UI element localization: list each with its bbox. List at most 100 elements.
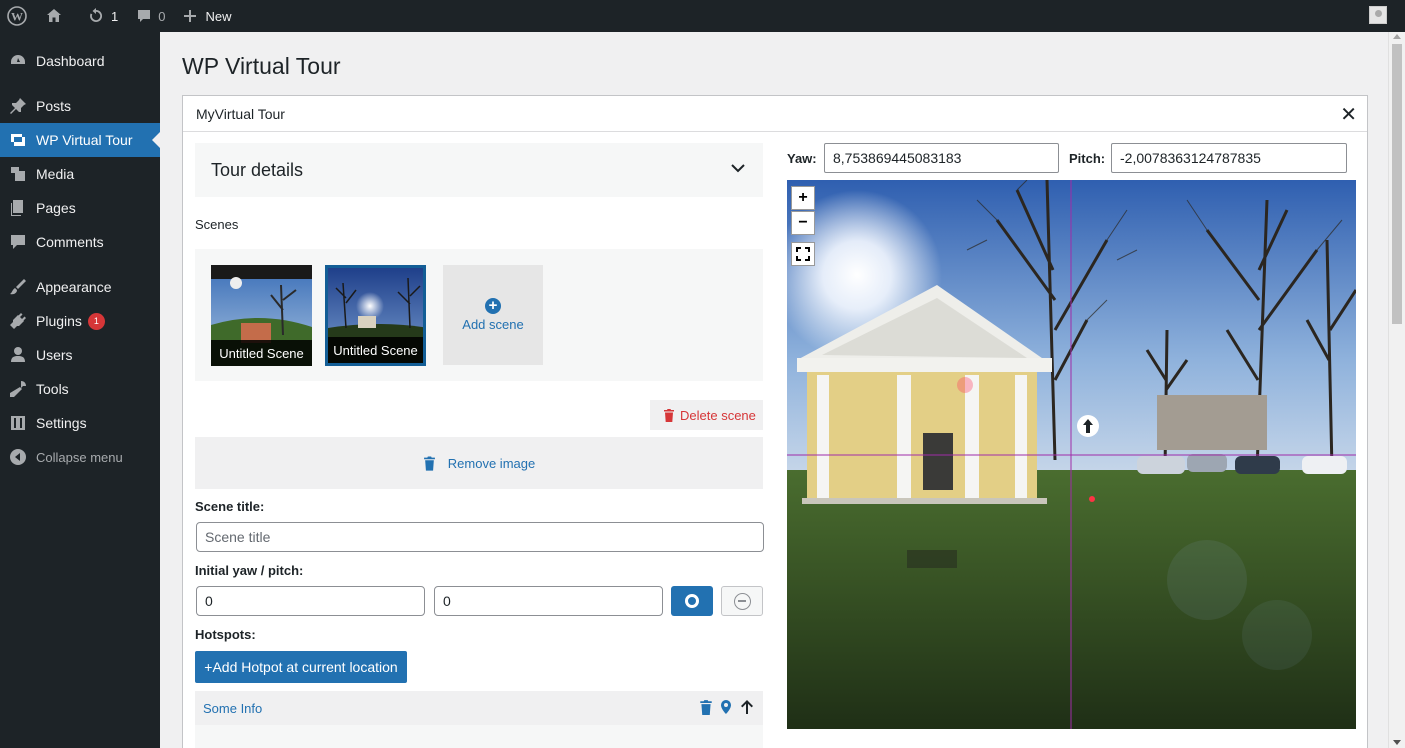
avatar[interactable] [1369,6,1387,24]
delete-scene-button[interactable]: Delete scene [650,400,763,430]
collapse-menu-button[interactable]: Collapse menu [0,440,160,474]
sidebar-item-plugins[interactable]: Plugins 1 [0,304,160,338]
trash-icon [423,456,435,471]
admin-bar: W 1 0 New [0,0,1405,32]
plugins-update-badge: 1 [87,312,105,330]
tour-editor-modal: MyVirtual Tour ✕ Tour details Scenes Unt… [182,95,1368,748]
arrow-up-icon[interactable] [739,699,755,715]
panorama-viewer[interactable]: + − [787,180,1356,729]
scene-title-input[interactable] [196,522,764,552]
sidebar-item-media[interactable]: Media [0,157,160,191]
zoom-out-button[interactable]: − [791,211,815,235]
initial-yaw-input[interactable] [196,586,425,616]
wrench-icon [8,379,28,399]
pages-icon [8,198,28,218]
page-title: WP Virtual Tour [182,53,341,79]
scene-editor-panel: Tour details Scenes Untitled Scene Untit… [195,143,764,748]
fullscreen-button[interactable] [791,242,815,266]
modal-header: MyVirtual Tour [183,96,1367,132]
admin-sidebar: Dashboard Posts WP Virtual Tour Media Pa… [0,32,160,748]
hotspot-label: Some Info [203,700,263,716]
plus-circle-icon: + [485,298,501,314]
media-icon [8,164,28,184]
sidebar-item-appearance[interactable]: Appearance [0,270,160,304]
home-icon[interactable] [36,0,72,32]
sliders-icon [8,413,28,433]
brush-icon [8,277,28,297]
sidebar-item-posts[interactable]: Posts [0,89,160,123]
scene-title-label: Scene title: [195,499,265,514]
sidebar-item-label: Users [36,347,73,363]
scene-label: Untitled Scene [211,340,312,366]
target-icon [685,594,699,608]
minus-circle-icon [733,592,751,610]
pin-icon [8,96,28,116]
scene-thumbnail[interactable]: Untitled Scene [211,265,312,366]
plus-icon [184,10,197,22]
tour-details-accordion[interactable]: Tour details [195,143,763,197]
plug-icon [8,311,28,331]
sidebar-item-dashboard[interactable]: Dashboard [0,44,160,78]
sidebar-item-label: Collapse menu [36,449,123,465]
add-hotspot-button[interactable]: +Add Hotpot at current location [195,651,407,683]
yaw-label: Yaw: [787,151,817,166]
sidebar-item-label: Plugins [36,313,82,329]
sidebar-item-label: Comments [36,234,104,250]
updates-icon [90,8,103,22]
sidebar-item-users[interactable]: Users [0,338,160,372]
sidebar-item-comments[interactable]: Comments [0,225,160,259]
close-icon[interactable]: ✕ [1340,102,1357,127]
hotspots-label: Hotspots: [195,627,256,642]
comments-count: 0 [158,8,166,24]
collapse-icon [8,447,28,467]
sidebar-item-label: Dashboard [36,53,105,69]
wordpress-logo-icon[interactable]: W [0,0,36,32]
comment-icon [8,232,28,252]
scene-label: Untitled Scene [328,337,423,363]
scenes-list: Untitled Scene Untitled Scene + Add scen… [195,249,763,381]
comments-button[interactable]: 0 [127,0,174,32]
scroll-down-arrow-icon[interactable] [1393,740,1401,745]
sidebar-item-pages[interactable]: Pages [0,191,160,225]
sidebar-item-label: Settings [36,415,87,431]
remove-image-button[interactable]: Remove image [195,437,763,489]
new-content-button[interactable]: New [174,0,240,32]
initial-pitch-input[interactable] [434,586,663,616]
scenes-label: Scenes [195,217,239,232]
scrollbar-thumb[interactable] [1392,44,1402,324]
sidebar-item-label: WP Virtual Tour [36,132,133,148]
user-icon [8,345,28,365]
sidebar-item-label: Pages [36,200,76,216]
zoom-in-button[interactable]: + [791,186,815,210]
clear-initial-view-button[interactable] [721,586,763,616]
yaw-value-input[interactable] [824,143,1059,173]
updates-count: 1 [111,8,119,24]
new-label: New [205,8,232,24]
hotspot-item[interactable]: Some Info [195,691,763,725]
trash-icon[interactable] [699,699,713,715]
hotspot-details [195,725,763,748]
chevron-down-icon [731,164,745,173]
scene-thumbnail-selected[interactable]: Untitled Scene [325,265,426,366]
scroll-up-arrow-icon[interactable] [1393,34,1401,39]
map-marker-icon[interactable] [719,699,733,715]
sidebar-item-label: Tools [36,381,69,397]
svg-text:W: W [11,10,23,24]
page-scrollbar[interactable] [1388,32,1405,748]
set-initial-view-button[interactable] [671,586,713,616]
add-scene-button[interactable]: + Add scene [443,265,543,365]
updates-button[interactable]: 1 [78,0,127,32]
sidebar-item-label: Appearance [36,279,112,295]
sidebar-item-wp-virtual-tour[interactable]: WP Virtual Tour [0,123,160,157]
initial-yaw-pitch-label: Initial yaw / pitch: [195,563,304,578]
sidebar-item-label: Media [36,166,75,182]
modal-title: MyVirtual Tour [196,105,285,122]
sidebar-item-label: Posts [36,98,72,114]
sidebar-item-tools[interactable]: Tools [0,372,160,406]
remove-image-label: Remove image [447,455,536,471]
sidebar-item-settings[interactable]: Settings [0,406,160,440]
pitch-value-input[interactable] [1111,143,1347,173]
delete-scene-label: Delete scene [680,407,756,423]
pitch-label: Pitch: [1069,151,1106,166]
comment-icon [138,10,151,22]
